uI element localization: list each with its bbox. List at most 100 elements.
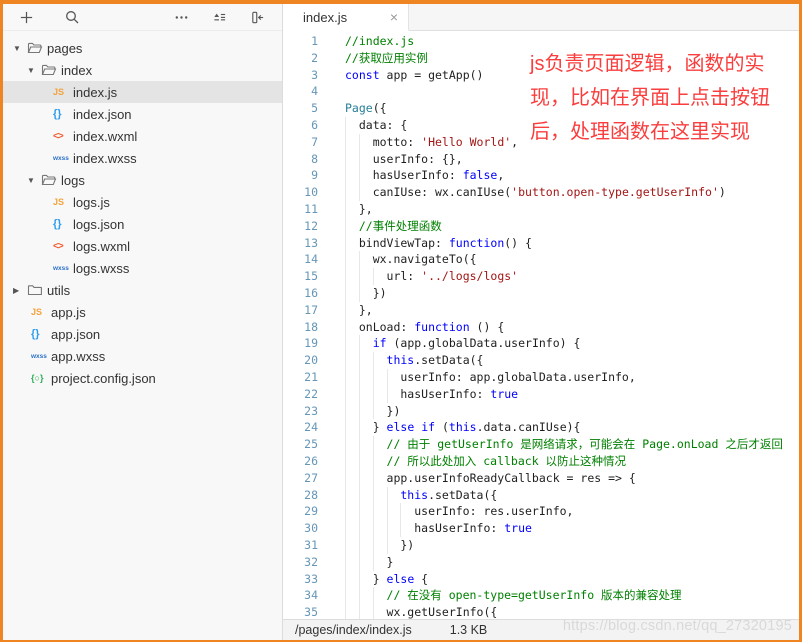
line-number: 11 bbox=[304, 201, 318, 216]
tree-item-logs-wxss[interactable]: wxss logs.wxss bbox=[3, 257, 282, 279]
line-number: 35 bbox=[304, 605, 318, 619]
chevron-down-icon[interactable]: ▼ bbox=[27, 176, 41, 185]
wxml-icon: <> bbox=[53, 130, 64, 142]
js-icon: JS bbox=[53, 197, 65, 207]
tree-item-index[interactable]: ▼ index bbox=[3, 59, 282, 81]
code-line: 19 if (app.globalData.userInfo) { bbox=[283, 335, 799, 352]
watermark: https://blog.csdn.net/qq_27320195 bbox=[562, 618, 792, 634]
file-label: project.config.json bbox=[51, 370, 156, 386]
code-line: 10 canIUse: wx.canIUse('button.open-type.… bbox=[283, 184, 799, 201]
annotation-line: js负责页面逻辑，函数的实 bbox=[530, 53, 765, 75]
tree-item-project-config-json[interactable]: {○} project.config.json bbox=[3, 367, 282, 389]
line-number: 4 bbox=[311, 84, 318, 99]
new-file-icon[interactable] bbox=[17, 8, 35, 26]
tree-item-index-wxss[interactable]: wxss index.wxss bbox=[3, 147, 282, 169]
tree-item-index-json[interactable]: {} index.json bbox=[3, 103, 282, 125]
tab-index-js[interactable]: index.js × bbox=[283, 4, 409, 31]
line-number: 1 bbox=[311, 34, 318, 48]
tree-item-logs-wxml[interactable]: <> logs.wxml bbox=[3, 235, 282, 257]
line-number: 10 bbox=[304, 185, 318, 200]
search-icon[interactable] bbox=[63, 8, 81, 26]
sidebar-toolbar bbox=[3, 4, 282, 31]
line-number: 21 bbox=[304, 369, 318, 384]
status-file-path: /pages/index/index.js bbox=[295, 623, 412, 637]
js-icon: JS bbox=[31, 307, 43, 317]
more-icon[interactable] bbox=[172, 8, 190, 26]
line-number: 31 bbox=[304, 537, 318, 552]
wxss-icon: wxss bbox=[53, 264, 69, 272]
code-line: 9 hasUserInfo: false, bbox=[283, 167, 799, 184]
sidebar: ▼ pages ▼ index JS index.js {} index.json <> inde… bbox=[3, 4, 283, 640]
line-number: 28 bbox=[304, 487, 318, 502]
tree-item-logs[interactable]: ▼ logs bbox=[3, 169, 282, 191]
tree-item-utils[interactable]: ▶ utils bbox=[3, 279, 282, 301]
file-label: logs.json bbox=[73, 216, 125, 232]
line-number: 26 bbox=[304, 453, 318, 468]
file-label: app.js bbox=[51, 304, 86, 320]
sidebar-toolbar-right bbox=[172, 8, 266, 26]
file-label: pages bbox=[47, 40, 83, 56]
tree-item-logs-js[interactable]: JS logs.js bbox=[3, 191, 282, 213]
line-number: 9 bbox=[311, 168, 318, 183]
line-number: 2 bbox=[311, 50, 318, 65]
tree-item-logs-json[interactable]: {} logs.json bbox=[3, 213, 282, 235]
tree-item-index-js[interactable]: JS index.js bbox=[3, 81, 282, 103]
collapse-all-icon[interactable] bbox=[210, 8, 228, 26]
code-line: 31}) bbox=[283, 537, 799, 554]
chevron-down-icon[interactable]: ▼ bbox=[13, 44, 27, 53]
file-label: index.js bbox=[73, 84, 118, 100]
code-line: 26// 所以此处加入 callback 以防止这种情况 bbox=[283, 453, 799, 470]
line-number: 16 bbox=[304, 285, 318, 300]
line-number: 14 bbox=[304, 252, 318, 267]
code-line: 30 hasUserInfo: true bbox=[283, 520, 799, 537]
tree-item-app-js[interactable]: JS app.js bbox=[3, 301, 282, 323]
wxss-icon: wxss bbox=[53, 154, 69, 162]
chevron-right-icon[interactable]: ▶ bbox=[13, 286, 27, 295]
code-line: 27 app.userInfoReadyCallback = res => { bbox=[283, 470, 799, 487]
folder-open-icon bbox=[27, 40, 47, 56]
tree-item-pages[interactable]: ▼ pages bbox=[3, 37, 282, 59]
line-number: 12 bbox=[304, 218, 318, 233]
folder-icon bbox=[27, 282, 47, 298]
tree-item-app-wxss[interactable]: wxss app.wxss bbox=[3, 345, 282, 367]
file-label: app.wxss bbox=[51, 348, 106, 364]
line-number: 22 bbox=[304, 386, 318, 401]
tree-item-app-json[interactable]: {} app.json bbox=[3, 323, 282, 345]
line-number: 20 bbox=[304, 353, 318, 368]
code-line: 32} bbox=[283, 554, 799, 571]
folder-open-icon bbox=[41, 62, 61, 78]
line-number: 5 bbox=[311, 101, 318, 116]
code-line: 29 userInfo: res.userInfo, bbox=[283, 503, 799, 520]
code-line: 14 wx.navigateTo({ bbox=[283, 251, 799, 268]
line-number: 34 bbox=[304, 588, 318, 603]
tab-close-icon[interactable]: × bbox=[390, 10, 398, 24]
code-line: 20 this.setData({ bbox=[283, 352, 799, 369]
wxss-icon: wxss bbox=[31, 352, 47, 360]
file-label: app.json bbox=[51, 326, 101, 342]
line-number: 29 bbox=[304, 504, 318, 519]
json-icon: {} bbox=[53, 108, 62, 120]
file-label: index.json bbox=[73, 106, 132, 122]
annotation-line: 现，比如在界面上点击按钮 bbox=[530, 87, 770, 109]
chevron-down-icon[interactable]: ▼ bbox=[27, 66, 41, 75]
code-line: 24} else if (this.data.canIUse){ bbox=[283, 419, 799, 436]
line-number: 23 bbox=[304, 403, 318, 418]
code-line: 15 url: '../logs/logs' bbox=[283, 268, 799, 285]
file-label: logs bbox=[61, 172, 85, 188]
file-label: utils bbox=[47, 282, 71, 298]
file-label: logs.wxml bbox=[73, 238, 131, 254]
code-line: 35 wx.getUserInfo({ bbox=[283, 604, 799, 619]
code-line: 25// 由于 getUserInfo 是网络请求，可能会在 Page.onLo… bbox=[283, 436, 799, 453]
line-number: 15 bbox=[304, 269, 318, 284]
code-line: 34// 在没有 open-type=getUserInfo 版本的兼容处理 bbox=[283, 587, 799, 604]
code-line: 28 this.setData({ bbox=[283, 487, 799, 504]
tree-item-index-wxml[interactable]: <> index.wxml bbox=[3, 125, 282, 147]
code-line: 8 userInfo: {}, bbox=[283, 151, 799, 168]
toggle-sidebar-icon[interactable] bbox=[248, 8, 266, 26]
config-icon: {○} bbox=[31, 373, 44, 383]
code-line: 13 bindViewTap: function() { bbox=[283, 235, 799, 252]
app-window: ▼ pages ▼ index JS index.js {} index.json <> inde… bbox=[0, 0, 802, 642]
file-label: logs.wxss bbox=[73, 260, 130, 276]
json-icon: {} bbox=[31, 328, 40, 340]
tab-label: index.js bbox=[303, 9, 348, 25]
